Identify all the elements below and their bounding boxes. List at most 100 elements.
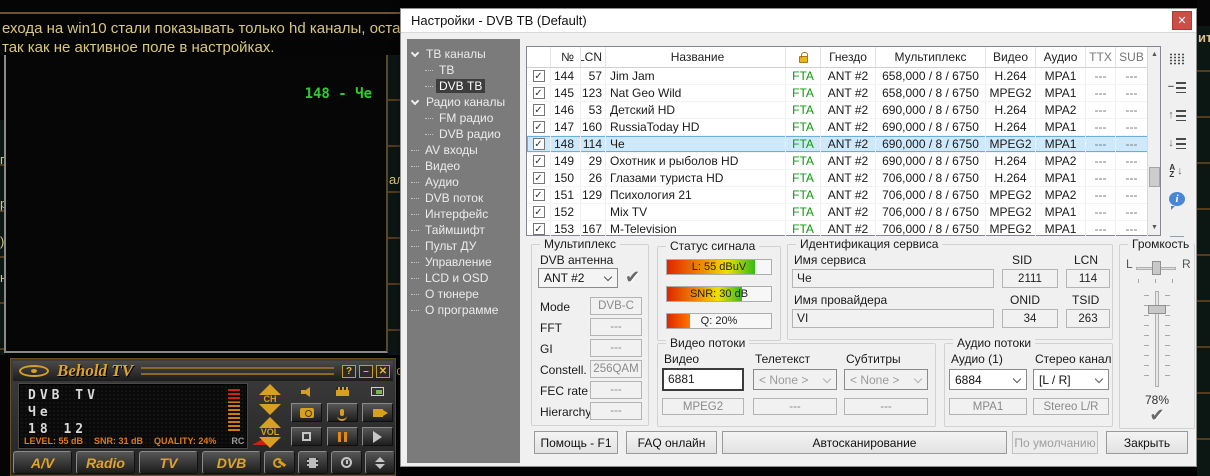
teletext-select[interactable]: < None > — [753, 369, 837, 390]
channel-row-151[interactable]: ✓151129Психология 21FTAANT #2706,000 / 8… — [527, 187, 1160, 204]
video-desktop-button[interactable] — [327, 384, 358, 399]
mute-button[interactable] — [291, 384, 322, 399]
snapshot-button[interactable] — [291, 403, 322, 422]
volume-down-button[interactable] — [259, 437, 281, 448]
channel-checkbox[interactable]: ✓ — [533, 87, 545, 99]
channel-down-button[interactable] — [259, 404, 281, 415]
tree-item-audio[interactable]: Аудио — [407, 174, 520, 190]
channel-row-148[interactable]: ✓148114ЧеFTAANT #2690,000 / 8 / 6750MPEG… — [527, 136, 1160, 153]
video-window[interactable]: 148 - Че — [4, 55, 388, 353]
channel-checkbox[interactable]: ✓ — [533, 70, 545, 82]
column-header-sub[interactable]: SUB — [1116, 47, 1148, 67]
dialog-titlebar[interactable]: Настройки - DVB ТВ (Default) ✕ — [401, 9, 1196, 33]
table-header[interactable]: №LCNНазвание ГнездоМультиплексВидеоАудиоT… — [527, 47, 1160, 68]
mode-button-tv[interactable]: TV — [139, 451, 198, 474]
column-header-num[interactable]: № — [551, 47, 581, 67]
subtitles-select[interactable]: < None > — [844, 369, 928, 390]
channel-row-153[interactable]: ✓153167M-TelevisionFTAANT #2706,000 / 8 … — [527, 221, 1160, 238]
channel-info-button[interactable]: i — [1165, 189, 1189, 209]
stop-button[interactable] — [291, 427, 322, 446]
volume-confirm-icon[interactable]: ✔ — [1120, 405, 1194, 426]
tree-item-tv[interactable]: ТВ — [407, 62, 520, 78]
audio-pid-select[interactable]: 6884 — [949, 369, 1027, 390]
video-pid-field[interactable]: 6881 — [662, 368, 744, 391]
channel-row-146[interactable]: ✓14653Детский HDFTAANT #2690,000 / 8 / 6… — [527, 102, 1160, 119]
antenna-confirm-icon[interactable]: ✔ — [625, 267, 640, 288]
column-header-audio[interactable]: Аудио — [1036, 47, 1086, 67]
column-header-mux[interactable]: Мультиплекс — [876, 47, 986, 67]
help-button[interactable]: Помощь - F1 — [534, 431, 618, 454]
play-button[interactable] — [362, 427, 393, 446]
channel-row-144[interactable]: ✓14457Jim JamFTAANT #2658,000 / 8 / 6750… — [527, 68, 1160, 85]
channel-checkbox[interactable]: ✓ — [533, 206, 545, 218]
tree-item-dvb-stream[interactable]: DVB поток — [407, 190, 520, 206]
move-down-button[interactable]: ↓ — [1165, 133, 1189, 153]
tree-item-about-program[interactable]: О программе — [407, 302, 520, 318]
scroll-up-icon[interactable]: ▲ — [1148, 47, 1161, 62]
column-header-ttx[interactable]: TTX — [1086, 47, 1116, 67]
player-titlebar[interactable]: Behold TV ? – ✕ — [13, 361, 393, 381]
channel-row-152[interactable]: ✓152Mix TVFTAANT #2706,000 / 8 / 6750MPE… — [527, 204, 1160, 221]
service-name-field[interactable]: Че — [792, 269, 994, 288]
tree-item-lcd-osd[interactable]: LCD и OSD — [407, 270, 520, 286]
player-minimize-button[interactable]: – — [359, 365, 373, 378]
close-button[interactable]: Закрыть — [1106, 431, 1188, 454]
tree-item-video[interactable]: Видео — [407, 158, 520, 174]
settings-button[interactable] — [264, 451, 295, 474]
select-all-button[interactable] — [1165, 49, 1189, 69]
channel-row-145[interactable]: ✓145123Nat Geo WildFTAANT #2658,000 / 8 … — [527, 85, 1160, 102]
autoscan-button[interactable]: Автосканирование — [722, 431, 1007, 454]
sort-az-button[interactable]: AZ↓ — [1165, 161, 1189, 181]
column-header-lock[interactable] — [786, 47, 821, 67]
column-header-name[interactable]: Название — [606, 47, 786, 67]
column-header-socket[interactable]: Гнездо — [821, 47, 876, 67]
player-help-button[interactable]: ? — [342, 365, 356, 378]
channel-checkbox[interactable]: ✓ — [533, 121, 545, 133]
tree-item-av-inputs[interactable]: AV входы — [407, 142, 520, 158]
provider-name-field[interactable]: VI — [792, 309, 994, 328]
tree-item-radio-channels[interactable]: Радио каналы — [407, 94, 520, 110]
volume-thumb[interactable] — [1148, 305, 1166, 314]
channel-row-150[interactable]: ✓15026Глазами туриста HDFTAANT #2706,000… — [527, 170, 1160, 187]
pause-button[interactable] — [327, 427, 358, 446]
balance-thumb[interactable] — [1152, 261, 1161, 275]
pip-button[interactable] — [362, 384, 393, 399]
tree-item-control[interactable]: Управление — [407, 254, 520, 270]
tree-item-about-tuner[interactable]: О тюнере — [407, 286, 520, 302]
mode-button-radio[interactable]: Radio — [76, 451, 135, 474]
scrollbar-thumb[interactable] — [1149, 167, 1160, 187]
fold-button[interactable] — [365, 451, 396, 474]
tree-item-remote[interactable]: Пульт ДУ — [407, 238, 520, 254]
mode-button-av[interactable]: A/V — [13, 451, 72, 474]
table-scrollbar[interactable]: ▲ ▼ — [1147, 47, 1160, 235]
channel-checkbox[interactable]: ✓ — [533, 172, 545, 184]
tree-item-interface[interactable]: Интерфейс — [407, 206, 520, 222]
tree-item-timeshift[interactable]: Таймшифт — [407, 222, 520, 238]
channel-checkbox[interactable]: ✓ — [533, 189, 545, 201]
player-close-button[interactable]: ✕ — [376, 365, 390, 378]
stereo-select[interactable]: [L / R] — [1033, 369, 1109, 390]
channel-checkbox[interactable]: ✓ — [533, 138, 545, 150]
video-files-button[interactable] — [298, 451, 329, 474]
faq-button[interactable]: FAQ онлайн — [626, 431, 717, 454]
move-up-button[interactable]: ↑ — [1165, 105, 1189, 125]
tree-item-fm-radio[interactable]: FM радио — [407, 110, 520, 126]
antenna-select[interactable]: ANT #2 — [538, 268, 618, 288]
tree-item-dvb-radio[interactable]: DVB радио — [407, 126, 520, 142]
channel-checkbox[interactable]: ✓ — [533, 155, 545, 167]
scheduler-button[interactable] — [331, 451, 362, 474]
column-header-lcn[interactable]: LCN — [581, 47, 606, 67]
record-audio-button[interactable] — [327, 403, 358, 422]
channel-row-147[interactable]: ✓147160RussiaToday HDFTAANT #2690,000 / … — [527, 119, 1160, 136]
dialog-close-button[interactable]: ✕ — [1172, 11, 1192, 30]
mode-button-dvb[interactable]: DVB — [202, 451, 261, 474]
tree-item-tv-channels[interactable]: ТВ каналы — [407, 46, 520, 62]
record-video-button[interactable] — [362, 403, 393, 422]
channel-row-149[interactable]: ✓14929Охотник и рыболов HDFTAANT #2690,0… — [527, 153, 1160, 170]
scroll-down-icon[interactable]: ▼ — [1148, 220, 1161, 235]
channel-checkbox[interactable]: ✓ — [533, 104, 545, 116]
channel-checkbox[interactable]: ✓ — [533, 223, 545, 235]
tree-item-dvb-tv[interactable]: DVB ТВ — [407, 78, 520, 94]
column-header-video[interactable]: Видео — [986, 47, 1036, 67]
remove-channel-button[interactable]: − — [1165, 77, 1189, 97]
